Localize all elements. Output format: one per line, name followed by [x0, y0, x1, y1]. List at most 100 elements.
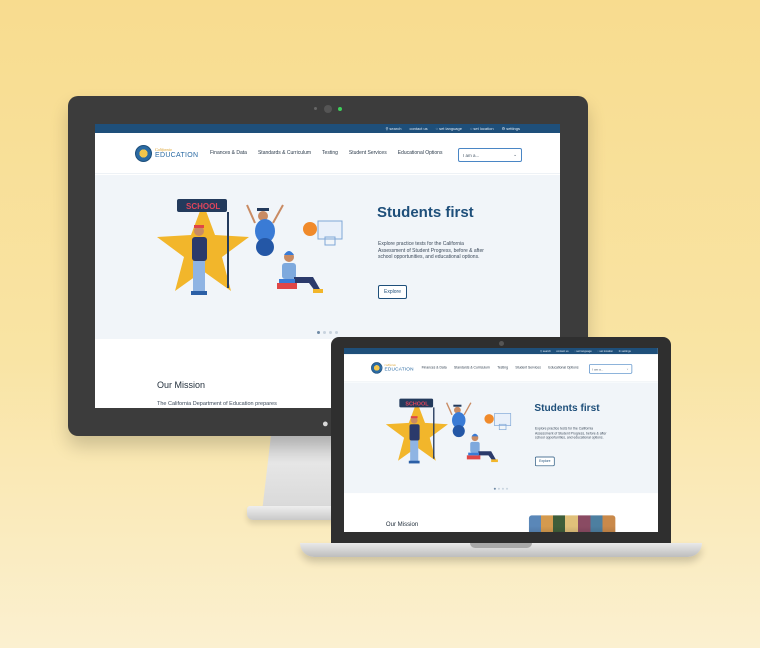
logo-text: California EDUCATION	[155, 147, 199, 159]
carousel-dot[interactable]	[497, 487, 500, 490]
logo-education: EDUCATION	[384, 366, 414, 372]
i-am-a-select[interactable]: I am a... ⌄	[589, 364, 633, 374]
nav-standards-curriculum[interactable]: Standards & Curriculum	[258, 150, 311, 156]
monitor-camera	[324, 105, 332, 113]
nav-links: Finances & Data Standards & Curriculum T…	[422, 366, 579, 370]
graduate-arm-left	[445, 402, 453, 416]
laptop-screen: ⚲ search contact us ◌ set language ◌ set lo…	[344, 348, 658, 532]
graduate-arm-left	[246, 204, 256, 224]
nav-finances-data[interactable]: Finances & Data	[210, 150, 247, 156]
student-body	[409, 424, 420, 441]
student-cap	[194, 225, 204, 228]
carousel-dots	[493, 487, 509, 490]
gear-icon: ⚙	[501, 126, 506, 131]
sitting-student-shoe	[313, 289, 323, 293]
utility-link[interactable]: ⚲ search	[385, 126, 401, 131]
cde-logo[interactable]: California EDUCATION	[135, 144, 205, 162]
students-illustration: SCHOOL	[385, 398, 512, 464]
utility-link[interactable]: ◌ set location	[470, 126, 494, 131]
laptop-base	[300, 543, 702, 557]
carousel-dot[interactable]	[323, 331, 326, 334]
nav-student-services[interactable]: Student Services	[349, 150, 387, 156]
nav-standards-curriculum[interactable]: Standards & Curriculum	[454, 366, 490, 370]
utility-link[interactable]: ⚙ settings	[502, 126, 520, 131]
laptop-camera	[499, 341, 504, 346]
hero-description: Explore practice tests for the Californi…	[535, 426, 607, 440]
globe-icon: ◌	[435, 126, 439, 131]
sitting-student-shoe	[491, 459, 498, 463]
select-value: I am a...	[463, 152, 480, 158]
carousel-dot-active[interactable]	[493, 487, 496, 490]
students-illustration: SCHOOL	[157, 199, 343, 295]
carousel-dot[interactable]	[329, 331, 332, 334]
graduate-arm-right	[272, 204, 284, 224]
hoop-board	[317, 220, 343, 240]
utility-link[interactable]: contact us	[556, 349, 568, 352]
explore-button[interactable]: Explore	[378, 285, 407, 299]
explore-button[interactable]: Explore	[535, 456, 555, 467]
student-legs	[410, 440, 419, 463]
state-seal-icon	[371, 361, 383, 374]
apple-logo-icon: ●	[322, 418, 329, 430]
basketball-icon	[484, 414, 494, 424]
nav-testing[interactable]: Testing	[497, 366, 508, 370]
school-sign-text: SCHOOL	[405, 401, 429, 407]
state-seal-icon	[135, 144, 152, 162]
books-stack-top	[279, 279, 295, 283]
hero-title: Students first	[377, 204, 474, 221]
utility-link[interactable]: ⚲ search	[540, 349, 551, 352]
student-legs	[193, 261, 205, 293]
monitor-camera-led	[338, 107, 342, 111]
main-navbar: California EDUCATION Finances & Data Sta…	[95, 133, 560, 174]
books-stack	[277, 283, 297, 289]
basketball-icon	[303, 222, 317, 236]
carousel-dot[interactable]	[506, 487, 509, 490]
hero-banner: SCHOOL Students first Explore practice t…	[95, 175, 560, 339]
nav-testing[interactable]: Testing	[322, 150, 338, 156]
mission-title: Our Mission	[385, 520, 419, 528]
gear-icon: ⚙	[618, 349, 621, 353]
carousel-dot-active[interactable]	[317, 331, 320, 334]
mission-text: The California Department of Education p…	[157, 401, 277, 407]
sign-post	[433, 407, 435, 459]
mission-photo	[528, 515, 616, 532]
hoop-board	[494, 413, 512, 426]
hero-banner: SCHOOL Students first Explore practice t…	[344, 382, 658, 494]
graduate-arm-right	[463, 402, 472, 416]
school-sign-text: SCHOOL	[186, 202, 220, 211]
nav-student-services[interactable]: Student Services	[515, 366, 541, 370]
student-cap	[410, 416, 418, 419]
i-am-a-select[interactable]: I am a... ⌄	[458, 148, 522, 162]
sitting-student-hair	[284, 251, 294, 255]
select-value: I am a...	[592, 367, 604, 371]
carousel-dot[interactable]	[335, 331, 338, 334]
nav-links: Finances & Data Standards & Curriculum T…	[210, 150, 442, 156]
mission-title: Our Mission	[157, 380, 206, 390]
hero-description: Explore practice tests for the Californi…	[378, 241, 484, 260]
location-icon: ◌	[469, 126, 473, 131]
nav-educational-options[interactable]: Educational Options	[548, 366, 578, 370]
utility-link[interactable]: ⚙ settings	[618, 349, 630, 352]
student-shoes	[191, 291, 207, 295]
student-shoes	[408, 460, 420, 464]
books-stack	[466, 455, 481, 460]
cde-logo[interactable]: California EDUCATION	[371, 361, 418, 374]
sign-post	[227, 212, 229, 288]
carousel-dots	[317, 331, 338, 334]
graduate-ball	[256, 238, 274, 256]
carousel-dot[interactable]	[501, 487, 504, 490]
utility-bar: ⚲ search contact us ◌ set language ◌ set lo…	[95, 124, 560, 133]
logo-education: EDUCATION	[155, 151, 199, 159]
utility-link[interactable]: ◌ set language	[436, 126, 462, 131]
chevron-down-icon: ⌄	[513, 152, 517, 157]
chevron-down-icon: ⌄	[626, 366, 629, 371]
sitting-student-body	[470, 441, 480, 453]
utility-link[interactable]: ◌ set location	[597, 349, 613, 352]
utility-link[interactable]: ◌ set language	[574, 349, 592, 352]
hero-title: Students first	[534, 402, 600, 414]
utility-link[interactable]: contact us	[409, 126, 427, 131]
main-navbar: California EDUCATION Finances & Data Sta…	[344, 354, 658, 382]
nav-educational-options[interactable]: Educational Options	[398, 150, 443, 156]
graduate-cap	[453, 404, 462, 407]
nav-finances-data[interactable]: Finances & Data	[422, 366, 447, 370]
